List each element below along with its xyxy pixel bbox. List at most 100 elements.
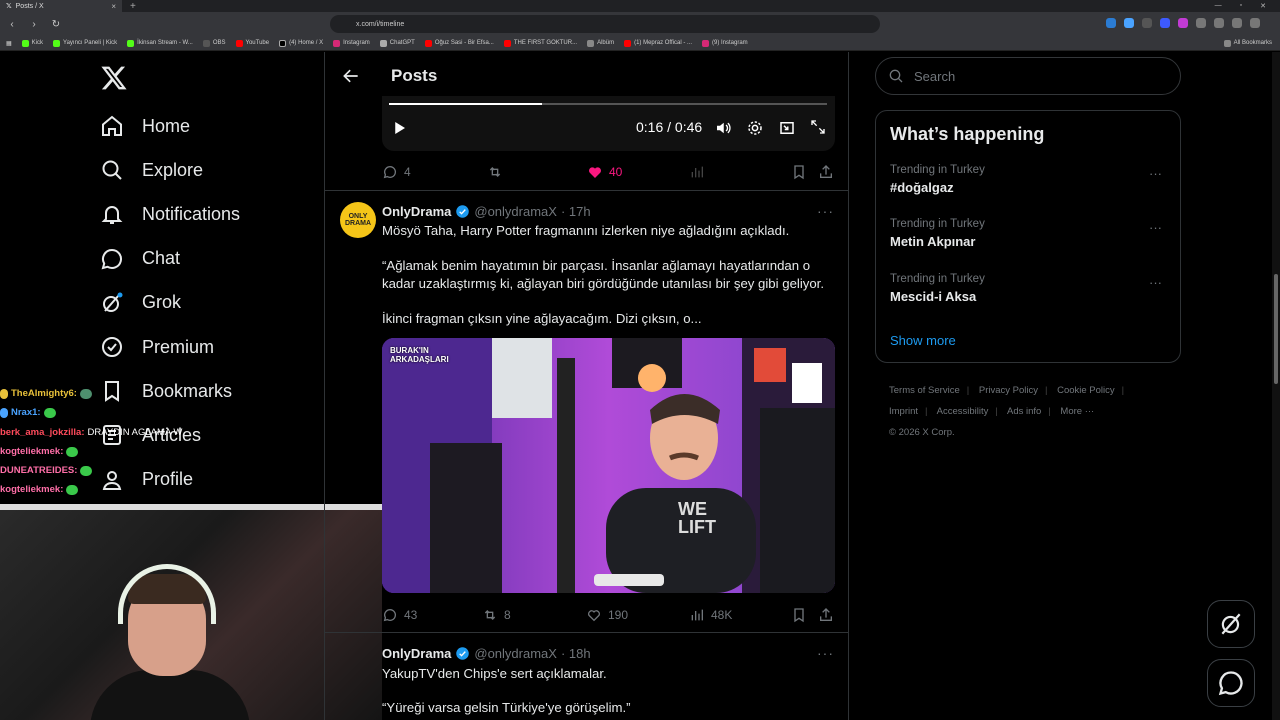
scrollbar[interactable] [1272, 52, 1280, 720]
video-player[interactable]: 0:16 / 0:46 [382, 96, 835, 151]
browser-tab[interactable]: 𝕏 Posts / X × [0, 0, 122, 12]
maximize-icon[interactable]: ▫ [1240, 2, 1242, 10]
back-icon[interactable]: ‹ [6, 19, 18, 30]
nav-home[interactable]: Home [100, 104, 240, 148]
extension-icon[interactable] [1142, 18, 1152, 28]
like-button[interactable]: 40 [587, 164, 689, 180]
avatar[interactable]: ONLY DRAMA [340, 202, 376, 238]
nav-grok[interactable]: Grok [100, 281, 240, 325]
author-name[interactable]: OnlyDrama [382, 646, 451, 661]
bookmark-item[interactable]: Yayıncı Paneli | Kick [53, 39, 117, 47]
share-icon [820, 608, 832, 621]
x-app: Home Explore Notifications Chat Grok Pre… [0, 52, 1280, 720]
profile-icon[interactable] [1250, 18, 1260, 28]
back-arrow-icon[interactable] [341, 66, 361, 86]
bookmark-item[interactable]: (9) Instagram [702, 39, 748, 47]
like-button[interactable]: 190 [586, 607, 689, 623]
reply-button[interactable]: 43 [382, 607, 482, 623]
share-button[interactable] [818, 607, 834, 623]
nav-chat[interactable]: Chat [100, 237, 240, 281]
bookmark-item[interactable]: Instagram [333, 39, 370, 47]
more-icon[interactable]: ··· [817, 203, 834, 219]
scrollbar-thumb[interactable] [1274, 274, 1278, 384]
apps-icon[interactable]: ▦ [6, 40, 12, 47]
bookmark-item[interactable]: ChatGPT [379, 39, 415, 47]
bookmark-item[interactable]: (4) Home / X [279, 39, 323, 47]
trend-item[interactable]: Trending in Turkey #doğalgaz ··· [890, 164, 1170, 195]
obs-icon [202, 39, 210, 47]
bookmark-item[interactable]: Albüm [587, 39, 614, 47]
repost-button[interactable] [487, 164, 587, 180]
footer-links: Terms of Service | Privacy Policy | Cookie… [889, 380, 1169, 443]
fullscreen-icon[interactable] [810, 119, 826, 135]
repost-button[interactable]: 8 [482, 607, 586, 623]
cookie-link[interactable]: Cookie Policy [1057, 385, 1115, 396]
bookmark-button[interactable] [791, 164, 818, 180]
messages-fab[interactable] [1207, 659, 1255, 707]
reply-button[interactable]: 4 [382, 164, 487, 180]
extension-icon[interactable] [1124, 18, 1134, 28]
accessibility-link[interactable]: Accessibility [937, 406, 989, 417]
extension-icon[interactable] [1196, 18, 1206, 28]
bookmark-button[interactable] [791, 607, 818, 623]
imprint-link[interactable]: Imprint [889, 406, 918, 417]
extension-icon[interactable] [1106, 18, 1116, 28]
bookmark-item[interactable]: YouTube [235, 39, 269, 47]
bookmark-item[interactable]: OBS [202, 39, 226, 47]
extension-icon[interactable] [1214, 18, 1224, 28]
forward-icon[interactable]: › [28, 19, 40, 30]
new-tab-icon[interactable]: + [130, 1, 136, 12]
more-icon[interactable]: ··· [1149, 220, 1162, 235]
more-link[interactable]: More ··· [1060, 406, 1094, 417]
author-handle[interactable]: @onlydramaX [474, 204, 557, 219]
nav-premium[interactable]: Premium [100, 325, 240, 369]
extension-icon[interactable] [1178, 18, 1188, 28]
author-handle[interactable]: @onlydramaX [474, 646, 557, 661]
nav-explore[interactable]: Explore [100, 148, 240, 192]
search-input[interactable]: Search [875, 57, 1181, 95]
nav-notifications[interactable]: Notifications [100, 192, 240, 236]
more-icon[interactable]: ··· [817, 645, 834, 661]
views-button[interactable] [689, 164, 791, 180]
all-bookmarks[interactable]: All Bookmarks [1223, 39, 1280, 47]
verified-badge-icon [456, 647, 470, 660]
play-icon[interactable] [390, 119, 408, 137]
tab-close-icon[interactable]: × [111, 2, 116, 11]
post-time[interactable]: · 17h [561, 204, 591, 219]
instagram-icon [333, 39, 341, 47]
settings-icon[interactable] [746, 119, 764, 137]
extension-icon[interactable] [1160, 18, 1170, 28]
post-time[interactable]: · 18h [561, 646, 591, 661]
chat-message: DUNEATREIDES: [0, 461, 200, 480]
reload-icon[interactable]: ↻ [50, 19, 62, 30]
show-more-link[interactable]: Show more [890, 333, 956, 348]
pip-icon[interactable] [778, 119, 796, 137]
bookmark-item[interactable]: THE FIRST GOKTUR... [503, 39, 577, 47]
address-bar[interactable]: x.com/i/timeline [330, 15, 880, 33]
bookmark-item[interactable]: Oğuz Sasi - Bir Efsa... [424, 39, 494, 47]
more-icon[interactable]: ··· [1149, 275, 1162, 290]
video-progress[interactable] [389, 103, 827, 105]
tos-link[interactable]: Terms of Service [889, 385, 960, 396]
x-logo-icon[interactable] [100, 64, 128, 92]
post-header: OnlyDrama @onlydramaX · 17h [382, 204, 591, 219]
ads-info-link[interactable]: Ads info [1007, 406, 1041, 417]
bookmark-item[interactable]: İkinsan Stream - W... [127, 39, 193, 47]
bookmark-item[interactable]: Kick [21, 39, 43, 47]
share-button[interactable] [818, 164, 834, 180]
views-button[interactable]: 48K [689, 607, 791, 623]
window-close-icon[interactable]: ✕ [1260, 2, 1266, 10]
extension-icon[interactable] [1232, 18, 1242, 28]
volume-icon[interactable] [714, 119, 732, 137]
trend-item[interactable]: Trending in Turkey Metin Akpınar ··· [890, 218, 1170, 249]
more-icon[interactable]: ··· [1149, 166, 1162, 181]
author-name[interactable]: OnlyDrama [382, 204, 451, 219]
post-image[interactable]: BURAK'IN ARKADAŞLARI WE LIFT [382, 338, 835, 593]
privacy-link[interactable]: Privacy Policy [979, 385, 1038, 396]
post-text-2: “Yüreği varsa gelsin Türkiye'ye görüşeli… [382, 700, 631, 715]
bookmark-item[interactable]: (1) Mepraz Offical - ... [624, 39, 692, 47]
post-text-3: İkinci fragman çıksın yine ağlayacağım. … [382, 311, 702, 326]
trend-item[interactable]: Trending in Turkey Mescid-i Aksa ··· [890, 273, 1170, 304]
grok-fab[interactable] [1207, 600, 1255, 648]
minimize-icon[interactable]: — [1215, 2, 1222, 10]
